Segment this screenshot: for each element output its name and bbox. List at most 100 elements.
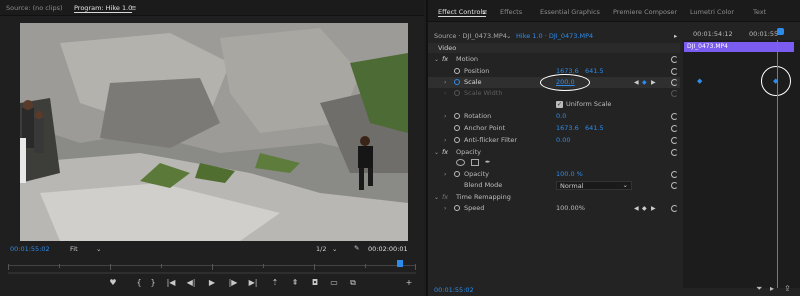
multicam-icon[interactable]: ⧉ [348,278,358,288]
add-keyframe-icon[interactable]: ◆ [642,77,647,88]
mark-in-icon[interactable]: { [134,278,144,288]
rotation-row[interactable]: › Rotation 0.0 [428,111,680,122]
sequence-link[interactable]: Hike 1.0 · DJI_0473.MP4 [516,31,593,42]
play-icon[interactable]: ▶ [207,278,217,288]
time-remapping-row[interactable]: ⌄ fx Time Remapping [428,192,680,203]
anti-flicker-row[interactable]: › Anti-flicker Filter 0.00 [428,135,680,146]
scale-keyframe-start[interactable]: ◆ [697,77,702,85]
go-to-out-icon[interactable]: ▶| [246,278,260,288]
position-y-value[interactable]: 641.5 [585,66,604,77]
motion-reset-icon[interactable] [671,56,678,63]
ec-footer-timecode[interactable]: 00:01:55:02 [434,286,474,294]
ec-timeline-area[interactable]: DJI_0473.MP4 ◆ ◆ [683,40,800,288]
anchor-point-row[interactable]: Anchor Point 1673.6 641.5 [428,123,680,134]
program-zoom-bar[interactable] [8,272,416,274]
rotation-expand-icon[interactable]: › [444,111,446,122]
blend-mode-dropdown[interactable]: Normal ⌄ [556,181,632,190]
play-audio-icon[interactable]: ▸ [770,284,774,293]
opacity-effect-reset-icon[interactable] [671,149,678,156]
button-editor-add-icon[interactable]: + [404,278,414,288]
motion-expand-icon[interactable]: ⌄ [434,54,439,65]
rotation-stopwatch-icon[interactable] [454,113,460,119]
speed-next-keyframe-icon[interactable]: ▶ [651,203,656,214]
speed-expand-icon[interactable]: › [444,203,446,214]
settings-wrench-icon[interactable]: ✎ [354,244,359,252]
tab-text[interactable]: Text [753,8,766,16]
panel-menu-icon[interactable]: ≡ [131,4,136,12]
anti-flicker-value[interactable]: 0.00 [556,135,570,146]
opacity-reset-icon[interactable] [671,171,678,178]
program-current-timecode[interactable]: 00:01:55:02 [10,245,50,253]
step-back-icon[interactable]: ◀| [184,278,198,288]
rectangle-mask-icon[interactable] [471,159,479,166]
prev-keyframe-icon[interactable]: ◀ [634,77,639,88]
rotation-reset-icon[interactable] [671,113,678,120]
source-chevron-icon[interactable]: ⌄ [506,31,511,42]
position-stopwatch-icon[interactable] [454,68,460,74]
tab-essential-graphics[interactable]: Essential Graphics [540,8,600,16]
pen-mask-icon[interactable]: ✒ [485,157,490,168]
rotation-value[interactable]: 0.0 [556,111,566,122]
speed-reset-icon[interactable] [671,205,678,212]
ellipse-mask-icon[interactable] [456,159,465,166]
program-playhead[interactable] [397,260,403,267]
motion-effect-row[interactable]: ⌄ fx Motion [428,54,680,65]
export-frame-icon[interactable]: ◘ [310,278,320,288]
scale-stopwatch-icon[interactable] [454,79,460,85]
filter-icon[interactable]: ⏷ [756,284,762,294]
resolution-chevron-icon[interactable]: ⌄ [332,245,337,253]
lift-icon[interactable]: ⇡ [270,278,280,288]
opacity-value[interactable]: 100.0 % [556,169,583,180]
fit-chevron-icon[interactable]: ⌄ [96,245,101,253]
blend-mode-row[interactable]: Blend Mode Normal ⌄ [428,180,680,191]
tab-source[interactable]: Source: (no clips) [6,4,63,12]
next-keyframe-icon[interactable]: ▶ [651,77,656,88]
mark-out-icon[interactable]: } [148,278,158,288]
opacity-value-expand-icon[interactable]: › [444,169,446,180]
extract-icon[interactable]: ⇞ [290,278,300,288]
uniform-scale-row[interactable]: ✓ Uniform Scale [428,99,680,110]
program-time-ruler[interactable] [8,260,416,270]
anchor-reset-icon[interactable] [671,125,678,132]
export-icon[interactable]: ⇪ [784,284,791,293]
tab-effect-controls[interactable]: Effect Controls [438,8,486,17]
scale-label: Scale [464,78,482,86]
scale-reset-icon[interactable] [671,79,678,86]
speed-prev-keyframe-icon[interactable]: ◀ [634,203,639,214]
blend-reset-icon[interactable] [671,182,678,189]
speed-row[interactable]: › Speed 100.00% ◀ ◆ ▶ [428,203,680,214]
ec-playhead-head[interactable] [777,28,784,35]
anchor-stopwatch-icon[interactable] [454,125,460,131]
opacity-stopwatch-icon[interactable] [454,171,460,177]
uniform-scale-checkbox[interactable]: ✓ [556,101,563,108]
speed-stopwatch-icon[interactable] [454,205,460,211]
time-remap-expand-icon[interactable]: ⌄ [434,192,439,203]
position-reset-icon[interactable] [671,68,678,75]
tab-effects[interactable]: Effects [500,8,522,16]
opacity-row[interactable]: › Opacity 100.0 % [428,169,680,180]
tab-premiere-composer[interactable]: Premiere Composer [613,8,677,16]
ec-timeline-ruler[interactable]: 00:01:54:12 00:01:55 [683,28,800,40]
tab-program[interactable]: Program: Hike 1.0 [74,4,133,13]
speed-add-keyframe-icon[interactable]: ◆ [642,203,647,214]
comparison-view-icon[interactable]: ▭ [329,278,339,288]
show-timeline-toggle-icon[interactable]: ▸ [674,31,677,42]
scale-expand-icon[interactable]: › [444,77,446,88]
anchor-x-value[interactable]: 1673.6 [556,123,579,134]
anti-flicker-reset-icon[interactable] [671,137,678,144]
scale-row[interactable]: › Scale 200.0 ◀ ◆ ▶ [428,74,680,91]
ec-playhead-line[interactable] [777,40,778,288]
anchor-y-value[interactable]: 641.5 [585,123,604,134]
step-forward-icon[interactable]: |▶ [226,278,240,288]
anti-flicker-stopwatch-icon[interactable] [454,137,460,143]
tab-lumetri-color[interactable]: Lumetri Color [690,8,734,16]
program-video-frame[interactable] [20,23,408,241]
source-label: Source · DJI_0473.MP4 [434,32,507,40]
fit-dropdown[interactable]: Fit [70,245,78,253]
add-marker-icon[interactable]: ♥ [108,278,118,288]
resolution-dropdown[interactable]: 1/2 [316,245,326,253]
effect-controls-menu-icon[interactable]: ≡ [482,8,487,16]
fx-badge-icon[interactable]: fx [442,54,448,65]
anti-flicker-expand-icon[interactable]: › [444,135,446,146]
go-to-in-icon[interactable]: |◀ [164,278,178,288]
